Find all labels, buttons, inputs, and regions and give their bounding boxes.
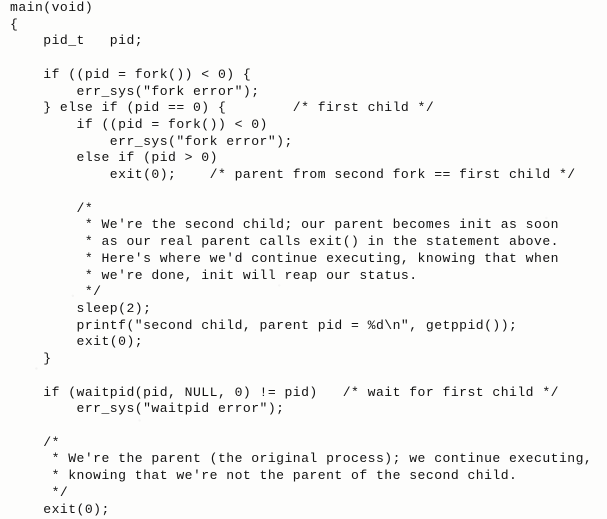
code-line: } bbox=[10, 351, 52, 367]
scanned-page: int main(void){ pid_t pid; if ((pid = fo… bbox=[0, 0, 607, 519]
code-line: err_sys("fork error"); bbox=[10, 133, 293, 149]
code-line: /* bbox=[10, 434, 60, 450]
code-line: { bbox=[10, 16, 19, 32]
code-line: if ((pid = fork()) < 0) bbox=[10, 117, 268, 133]
code-line: printf("second child, parent pid = %d\n"… bbox=[10, 317, 518, 333]
code-line: main(void) bbox=[10, 0, 94, 15]
code-line: /* bbox=[10, 200, 94, 216]
code-line: pid_t pid; bbox=[10, 33, 144, 49]
code-line: if (waitpid(pid, NULL, 0) != pid) /* wai… bbox=[10, 384, 559, 400]
code-line: exit(0); bbox=[10, 334, 144, 350]
code-line: * We're the second child; our parent bec… bbox=[10, 217, 559, 233]
code-line: exit(0); bbox=[10, 501, 110, 517]
code-line: exit(0); /* parent from second fork == f… bbox=[10, 167, 576, 183]
code-line: err_sys("waitpid error"); bbox=[10, 401, 285, 417]
code-line: * as our real parent calls exit() in the… bbox=[10, 234, 559, 250]
code-line: if ((pid = fork()) < 0) { bbox=[10, 66, 252, 82]
code-line: * we're done, init will reap our status. bbox=[10, 267, 418, 283]
code-line: * Here's where we'd continue executing, … bbox=[10, 250, 559, 266]
code-line: else if (pid > 0) bbox=[10, 150, 218, 166]
code-line: * knowing that we're not the parent of t… bbox=[10, 468, 518, 484]
code-line: sleep(2); bbox=[10, 300, 152, 316]
code-listing: main(void){ pid_t pid; if ((pid = fork()… bbox=[0, 0, 607, 519]
code-line: */ bbox=[10, 284, 102, 300]
code-line: err_sys("fork error"); bbox=[10, 83, 260, 99]
code-line: */ bbox=[10, 484, 69, 500]
code-line: * We're the parent (the original process… bbox=[10, 451, 593, 467]
code-line: } else if (pid == 0) { /* first child */ bbox=[10, 100, 435, 116]
